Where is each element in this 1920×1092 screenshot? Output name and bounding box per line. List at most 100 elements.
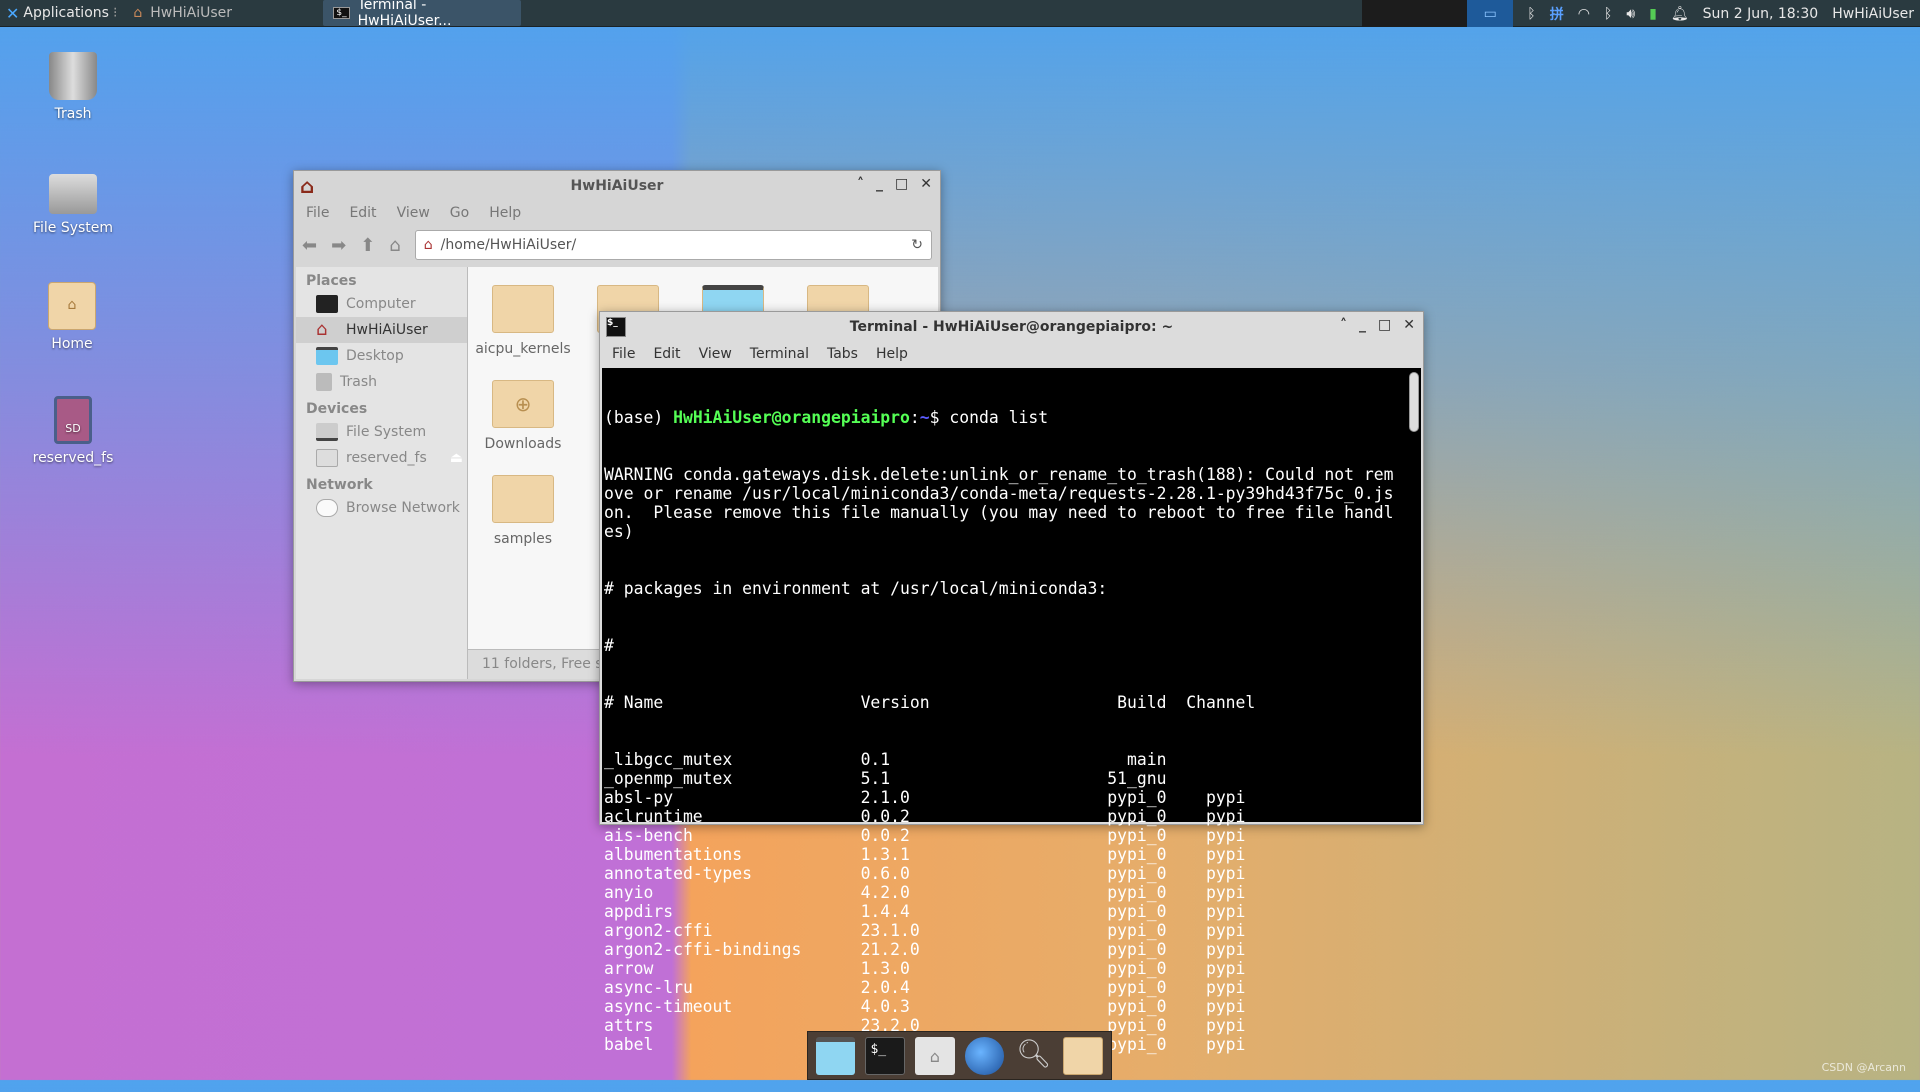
watermark: CSDN @Arcann [1821,1061,1906,1074]
terminal-window: $_ Terminal - HwHiAiUser@orangepiaipro: ~… [599,311,1424,1054]
package-row: appdirs 1.4.4 pypi_0 pypi [604,902,1246,921]
env-line: # packages in environment at /usr/local/… [604,579,1108,598]
downloads-folder-icon: ⊕ [492,380,554,428]
sidebar-item-desktop[interactable]: Desktop [296,343,467,369]
title-bar[interactable]: ⌂ HwHiAiUser ˄ _ □ ✕ [294,171,940,201]
hard-drive-icon [49,174,97,214]
applications-menu[interactable]: ✕ Applications ⁝ [0,0,123,26]
folder-item[interactable]: ⊕ Downloads [468,380,578,452]
home-icon[interactable]: ⌂ [389,235,400,256]
prompt-dir: ~ [919,408,930,427]
cloud-icon [316,499,338,517]
folder-label: Downloads [484,436,562,452]
devices-header: Devices [306,401,368,417]
path-text: /home/HwHiAiUser/ [440,237,577,253]
package-row: ais-bench 0.0.2 pypi_0 pypi [604,826,1246,845]
menu-view[interactable]: View [397,205,430,221]
sd-card-icon: SD [54,396,92,444]
desktop-icon-trash[interactable]: Trash [18,52,128,122]
prompt-line: (base) HwHiAiUser@orangepiaipro:~$ conda… [604,408,1393,427]
item-label: Computer [346,296,416,312]
title-bar[interactable]: $_ Terminal - HwHiAiUser@orangepiaipro: ~… [600,312,1423,342]
monitor-icon [316,295,338,313]
home-icon: ⌂ [316,319,328,340]
bluetooth-icon[interactable]: ᛒ [1604,6,1612,22]
reload-icon[interactable]: ↻ [911,237,923,253]
menu-file[interactable]: File [306,205,329,221]
menu-go[interactable]: Go [450,205,469,221]
minimize-button[interactable]: _ [1359,317,1366,333]
sidebar-item-computer[interactable]: Computer [296,291,467,317]
terminal-launcher-icon[interactable]: $_ [865,1036,906,1075]
minimize-button[interactable]: _ [876,176,883,192]
package-row: albumentations 1.3.1 pypi_0 pypi [604,845,1246,864]
menu-edit[interactable]: Edit [349,205,376,221]
input-method-icon[interactable]: 拼 [1550,4,1564,24]
terminal-output[interactable]: (base) HwHiAiUser@orangepiaipro:~$ conda… [602,368,1421,1054]
command-text: conda list [949,408,1049,427]
applications-label: Applications [23,5,109,21]
folder-item[interactable]: aicpu_kernels [468,285,578,357]
desktop-icon-reserved-fs[interactable]: SD reserved_fs [18,396,128,466]
menu-help[interactable]: Help [876,346,908,362]
column-header-line: # Name Version Build Channel [604,693,1256,712]
menu-edit[interactable]: Edit [653,346,680,362]
close-button[interactable]: ✕ [920,176,932,192]
system-tray: ▭ ᛒ 拼 ◠ ᛒ 🔊︎ ▮ 🔔︎ Sun 2 Jun, 18:30 HwHiA… [1467,0,1920,27]
up-arrow-icon[interactable]: ⬆ [360,235,375,256]
sidebar-item-browse-network[interactable]: Browse Network [296,495,467,521]
clock[interactable]: Sun 2 Jun, 18:30 [1703,6,1819,22]
menu-file[interactable]: File [612,346,635,362]
item-label: Desktop [346,348,404,364]
location-bar[interactable]: ⌂ /home/HwHiAiUser/ ↻ [414,230,932,260]
trash-icon [316,373,332,391]
sidebar-item-reserved-fs[interactable]: reserved_fs ⏏ [296,445,467,471]
bluetooth-icon[interactable]: ᛒ [1527,6,1535,22]
user-menu[interactable]: HwHiAiUser [1832,6,1914,22]
forward-arrow-icon[interactable]: ➡ [331,235,346,256]
file-manager-launcher-icon[interactable]: ⌂ [915,1036,955,1075]
folder-item[interactable]: samples [468,475,578,547]
window-title: Terminal - HwHiAiUser@orangepiaipro: ~ [849,319,1174,335]
trash-icon [49,52,97,100]
package-row: argon2-cffi-bindings 21.2.0 pypi_0 pypi [604,940,1246,959]
folder-icon [492,475,554,523]
maximize-button[interactable]: □ [895,176,908,192]
task-label: Terminal - HwHiAiUser... [357,0,452,29]
menu-bar: File Edit View Terminal Tabs Help [600,342,1423,366]
workspace-switcher[interactable]: ▭ [1467,0,1514,27]
hard-drive-icon [316,423,338,441]
taskbar-item-terminal[interactable]: $_ Terminal - HwHiAiUser... [323,0,522,29]
roll-up-button[interactable]: ˄ [857,176,864,192]
show-desktop-icon[interactable] [816,1036,856,1075]
back-arrow-icon[interactable]: ⬅ [302,235,317,256]
notification-bell-icon[interactable]: 🔔︎ [1671,6,1689,22]
prompt-end: $ [929,408,950,427]
search-icon[interactable]: 🔍︎ [1014,1037,1053,1075]
sidebar-item-home[interactable]: ⌂ HwHiAiUser [296,317,467,343]
roll-up-button[interactable]: ˄ [1340,317,1347,333]
sidebar-item-file-system[interactable]: File System [296,419,467,445]
icon-label: Home [51,336,93,352]
menu-help[interactable]: Help [489,205,521,221]
comment-line: # [604,636,614,655]
folder-launcher-icon[interactable] [1063,1036,1103,1075]
desktop-icon-home[interactable]: ⌂ Home [17,282,127,352]
desktop-icon-file-system[interactable]: File System [18,166,128,236]
menu-terminal[interactable]: Terminal [750,346,809,362]
wifi-icon[interactable]: ◠ [1578,6,1590,22]
terminal-icon: $_ [606,317,626,337]
menu-tabs[interactable]: Tabs [827,346,858,362]
taskbar-item-file-manager[interactable]: ⌂ HwHiAiUser [123,0,323,26]
maximize-button[interactable]: □ [1378,317,1391,333]
folder-label: aicpu_kernels [475,341,571,357]
menu-view[interactable]: View [699,346,732,362]
battery-icon[interactable]: ▮ [1649,6,1657,22]
close-button[interactable]: ✕ [1403,317,1415,333]
volume-icon[interactable]: 🔊︎ [1626,6,1635,22]
sidebar-item-trash[interactable]: Trash [296,369,467,395]
package-row: async-lru 2.0.4 pypi_0 pypi [604,978,1246,997]
web-browser-icon[interactable] [964,1036,1005,1075]
scrollbar[interactable] [1409,372,1419,432]
eject-icon[interactable]: ⏏ [450,450,463,466]
